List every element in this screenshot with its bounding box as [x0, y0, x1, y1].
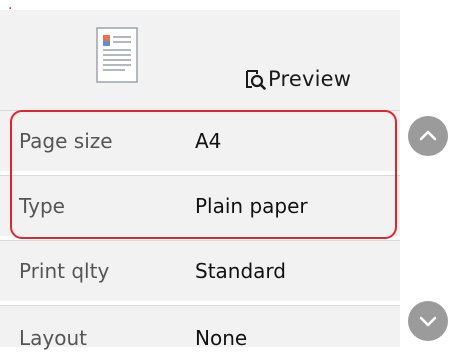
setting-row-page-size[interactable]: Page size A4	[0, 110, 400, 171]
scroll-down-button[interactable]	[408, 301, 448, 341]
preview-area	[0, 10, 400, 110]
chevron-down-icon	[419, 316, 437, 327]
chevron-up-icon	[419, 130, 437, 141]
setting-label: Page size	[19, 129, 113, 153]
setting-row-type[interactable]: Type Plain paper	[0, 175, 400, 236]
preview-button[interactable]: Preview	[244, 66, 351, 92]
setting-value: Plain paper	[195, 194, 308, 218]
preview-magnifier-icon	[246, 70, 266, 90]
setting-value: None	[195, 326, 248, 350]
scroll-up-button[interactable]	[408, 116, 448, 156]
print-settings-screen: · Preview Page size A4 Type Plain paper …	[0, 0, 453, 350]
setting-label: Type	[19, 194, 65, 218]
setting-row-layout[interactable]: Layout None	[0, 305, 400, 350]
setting-label: Layout	[19, 326, 87, 350]
setting-row-print-quality[interactable]: Print qlty Standard	[0, 240, 400, 301]
preview-label: Preview	[268, 67, 352, 91]
setting-value: A4	[195, 129, 222, 153]
setting-value: Standard	[195, 259, 286, 283]
document-thumbnail-icon	[96, 27, 138, 83]
setting-label: Print qlty	[19, 259, 110, 283]
